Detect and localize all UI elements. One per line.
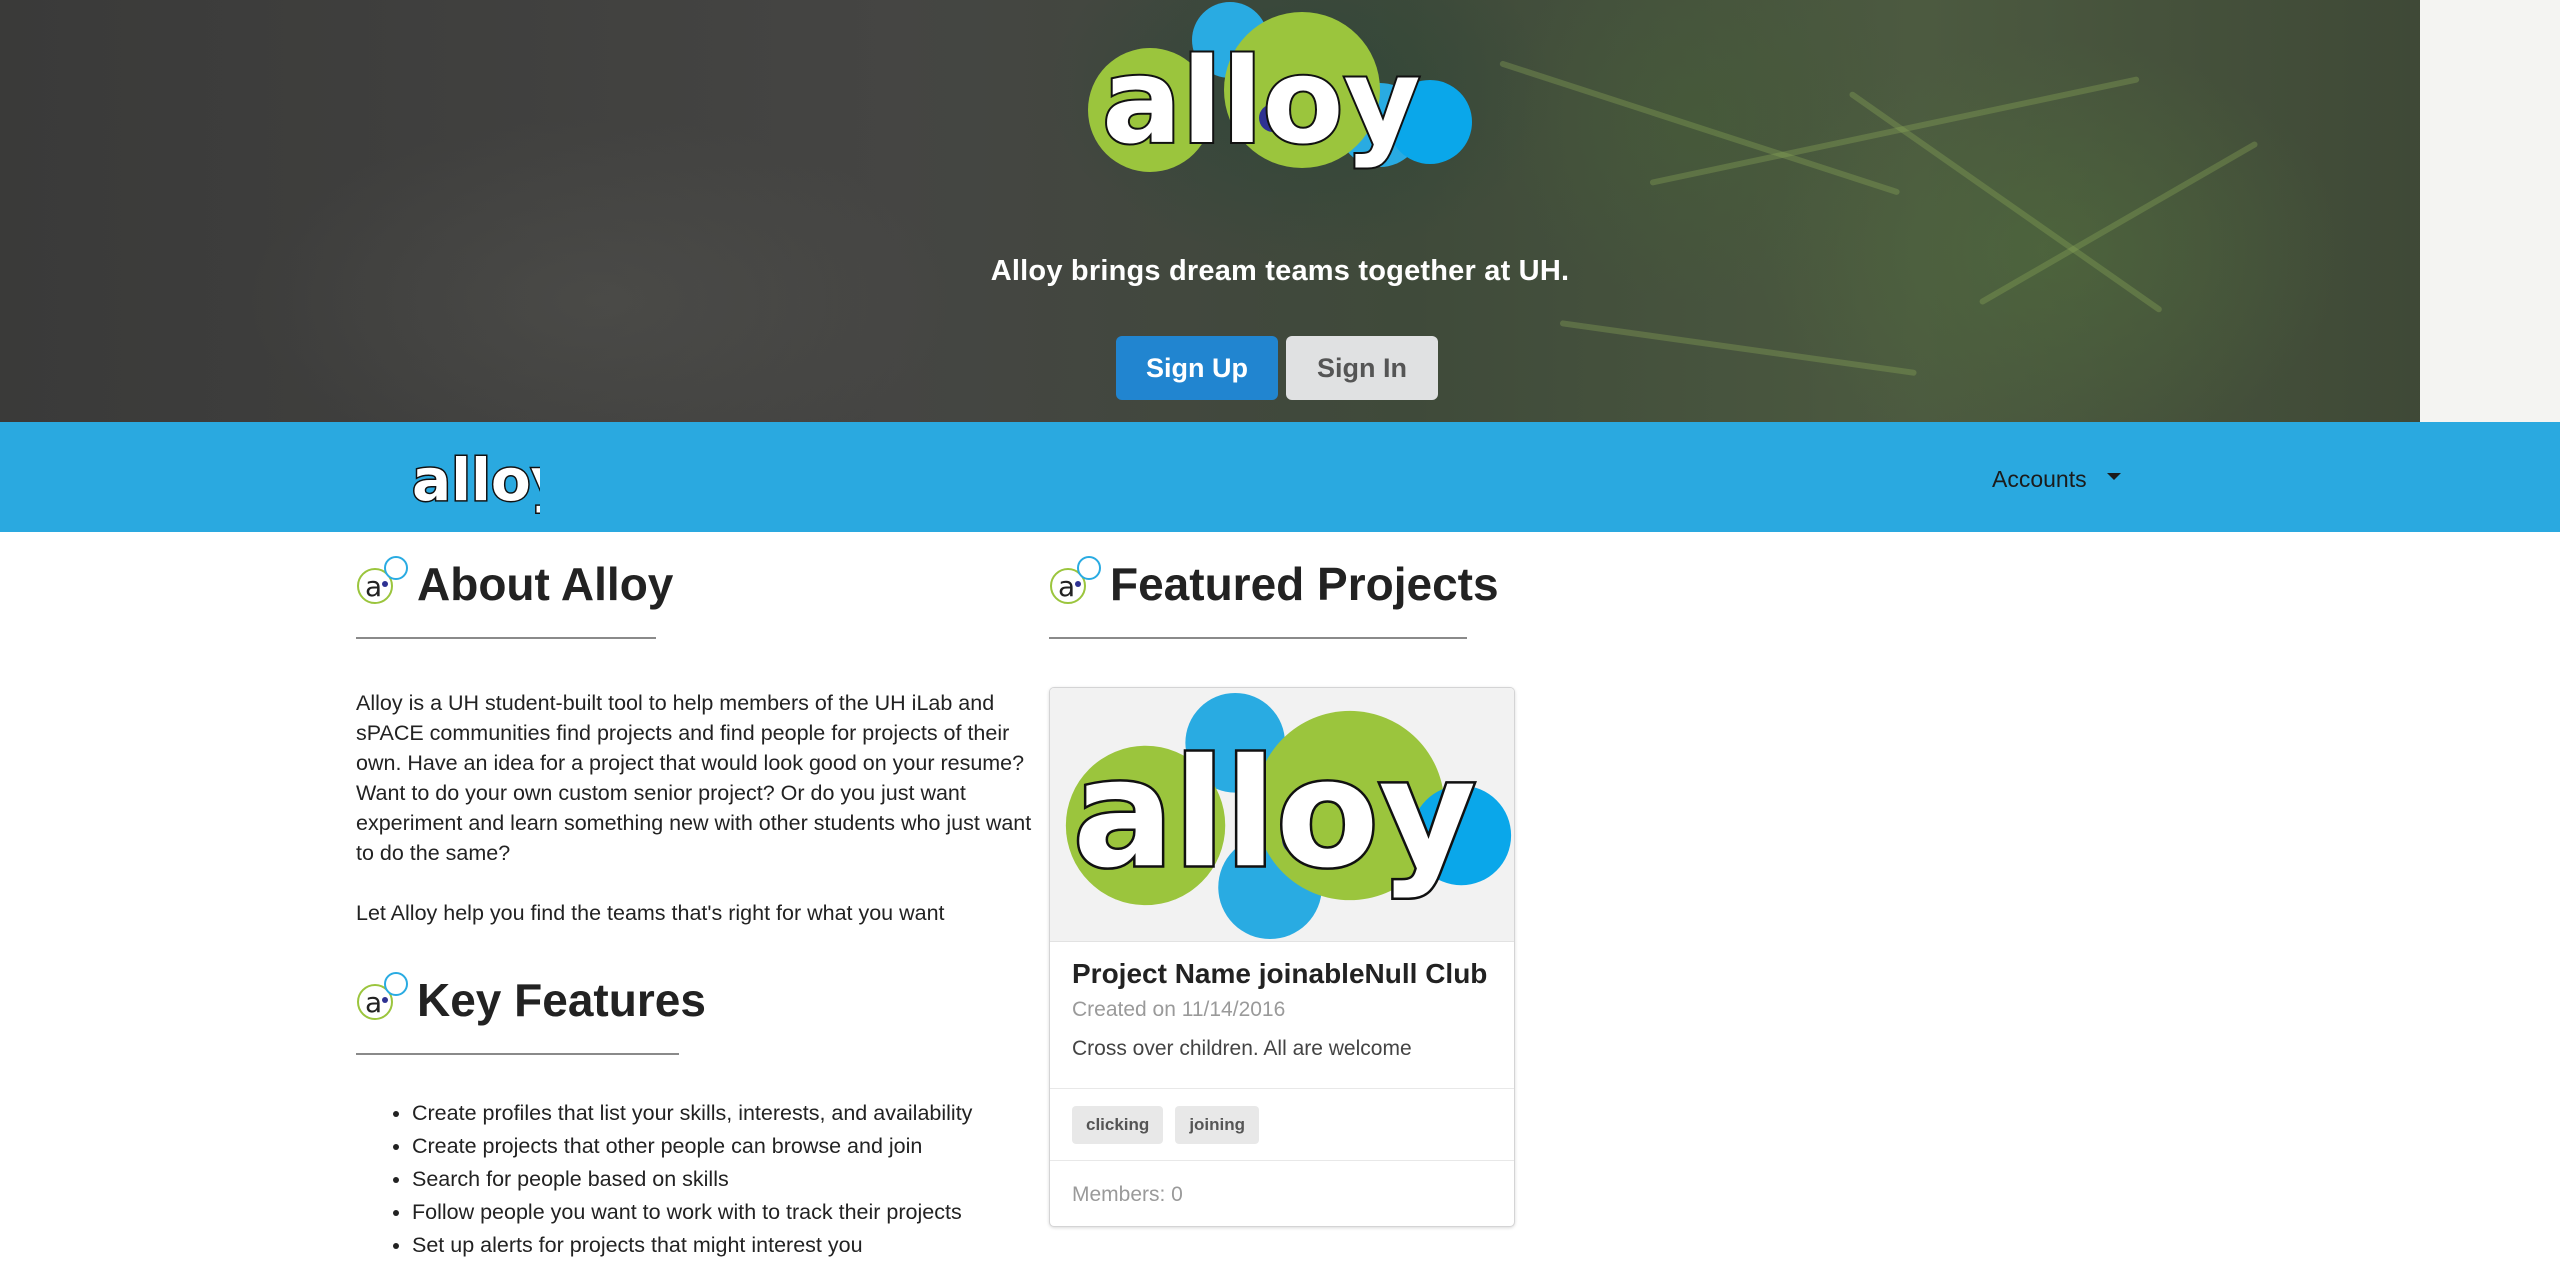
top-navbar: alloy Accounts (0, 422, 2560, 532)
project-members-count: Members: 0 (1072, 1183, 1183, 1206)
key-features-list: Create profiles that list your skills, i… (412, 1097, 972, 1262)
project-tags: clicking joining (1072, 1106, 1260, 1144)
key-features-heading: a Key Features (355, 972, 706, 1027)
sign-in-button[interactable]: Sign In (1286, 336, 1438, 400)
hero-tagline: Alloy brings dream teams together at UH. (990, 255, 1570, 287)
hero-banner: alloy Alloy brings dream teams together … (0, 0, 2560, 422)
project-name[interactable]: Project Name joinableNull Club (1072, 958, 1487, 990)
accounts-dropdown[interactable]: Accounts (1992, 466, 2121, 493)
alloy-badge-icon: a (357, 556, 408, 604)
accounts-label: Accounts (1992, 466, 2087, 492)
about-description: Alloy is a UH student-built tool to help… (356, 688, 1036, 928)
list-item: Create profiles that list your skills, i… (412, 1097, 972, 1130)
tag-clicking[interactable]: clicking (1072, 1106, 1164, 1144)
list-item: Search for people based on skills (412, 1163, 972, 1196)
featured-projects-title: Featured Projects (1110, 558, 1499, 610)
background-edge (2420, 0, 2560, 422)
project-created-date: Created on 11/14/2016 (1072, 998, 1286, 1021)
featured-projects-heading: a Featured Projects (1048, 556, 1499, 611)
card-divider (1050, 1160, 1514, 1161)
list-item: Create projects that other people can br… (412, 1130, 972, 1163)
card-divider (1050, 1088, 1514, 1089)
project-image[interactable]: alloy (1050, 688, 1515, 942)
alloy-badge-icon: a (357, 972, 408, 1020)
list-item: Set up alerts for projects that might in… (412, 1229, 972, 1262)
svg-text:a: a (365, 570, 382, 603)
svg-text:a: a (1058, 570, 1075, 603)
project-description: Cross over children. All are welcome (1072, 1037, 1412, 1060)
project-card[interactable]: alloy Project Name joinableNull Club Cre… (1049, 687, 1515, 1227)
chevron-down-icon (2106, 473, 2121, 480)
navbar-alloy-logo[interactable]: alloy (410, 442, 541, 515)
background-foliage (1649, 76, 2140, 186)
about-heading: a About Alloy (355, 556, 674, 611)
tag-joining[interactable]: joining (1175, 1106, 1260, 1144)
about-divider (356, 637, 656, 639)
about-title: About Alloy (417, 558, 674, 610)
svg-text:a: a (365, 986, 382, 1019)
background-foliage (1559, 320, 1917, 377)
about-paragraph: Let Alloy help you find the teams that's… (356, 901, 945, 925)
svg-text:alloy: alloy (412, 446, 540, 514)
svg-text:alloy: alloy (1073, 727, 1476, 901)
about-paragraph: Alloy is a UH student-built tool to help… (356, 691, 1032, 865)
alloy-badge-icon: a (1050, 556, 1101, 604)
featured-projects-divider (1049, 637, 1467, 639)
alloy-logo: alloy (1088, 2, 1472, 172)
sign-up-button[interactable]: Sign Up (1116, 336, 1278, 400)
svg-text:alloy: alloy (1102, 32, 1421, 170)
key-features-divider (356, 1053, 679, 1055)
key-features-title: Key Features (417, 974, 706, 1026)
list-item: Follow people you want to work with to t… (412, 1196, 972, 1229)
